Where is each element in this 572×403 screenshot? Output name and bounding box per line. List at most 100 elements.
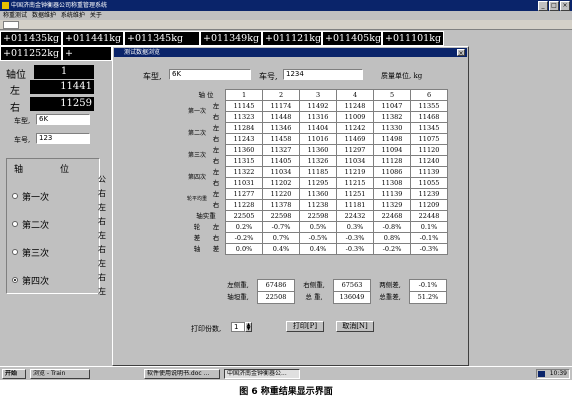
- table-cell: -0.3%: [410, 243, 449, 255]
- table-cell: 11055: [410, 177, 449, 189]
- table-cell: 22432: [336, 210, 375, 222]
- table-cell: 11242: [336, 122, 375, 134]
- round-group-box: [6, 158, 100, 294]
- table-cell: 11360: [299, 188, 338, 200]
- radio-round-2[interactable]: [12, 221, 18, 227]
- tray-icon: [538, 371, 545, 377]
- clock: 10:39: [549, 370, 567, 377]
- table-cell: -0.7%: [262, 221, 301, 233]
- table-cell: -0.5%: [299, 232, 338, 244]
- axis-header-label: 轴 位: [198, 91, 214, 99]
- dialog-close-button[interactable]: ×: [457, 49, 465, 57]
- summary-value: 67486: [257, 279, 295, 292]
- print-copies-input[interactable]: 1: [231, 322, 245, 332]
- start-button[interactable]: 开始: [2, 369, 26, 379]
- weight-display-row-1: +011435kg +011441kg +011345kg +011349kg …: [0, 31, 444, 46]
- radio-round-1[interactable]: [12, 193, 18, 199]
- side-char: 左: [98, 259, 106, 268]
- taskbar-item-browse[interactable]: 浏览 - Train: [30, 369, 90, 379]
- close-window-button[interactable]: ×: [560, 1, 570, 11]
- table-cell: 11139: [373, 188, 412, 200]
- taskbar-item-doc[interactable]: 软件使用说明书.doc ...: [144, 369, 220, 379]
- app-title-bar: 中国济南金钟衡器公司称重管理系统 _ □ ×: [0, 0, 572, 11]
- summary-value: -0.1%: [409, 279, 447, 292]
- table-row: 右 11228 11378 11238 11181 11329 11209: [187, 199, 449, 211]
- axis-position-value: 1: [34, 65, 94, 79]
- cancel-button[interactable]: 取消[N]: [336, 321, 374, 332]
- table-cell: 11492: [299, 100, 338, 112]
- table-cell: 11498: [373, 133, 412, 145]
- side-label: 左: [212, 168, 220, 176]
- table-cell: 11448: [262, 111, 301, 123]
- table-cell: 0.3%: [336, 221, 375, 233]
- table-row: 轴实重 22505 22598 22598 22432 22468 22448: [187, 210, 449, 222]
- axis-number-header: 4: [336, 89, 375, 101]
- weight-cell: +011441kg: [62, 31, 124, 46]
- table-row: 轴坦重, 22508 总 重, 136049 总重差, 51.2%: [187, 291, 447, 304]
- menu-item-test[interactable]: 称重测试: [3, 12, 27, 19]
- minimize-button[interactable]: _: [538, 1, 548, 11]
- taskbar-item-app[interactable]: 中国济南金钟衡器公...: [224, 369, 300, 379]
- dialog-car-number-field[interactable]: 1234: [283, 69, 363, 80]
- radio-round-4-selected[interactable]: [12, 277, 18, 283]
- table-cell: 11185: [299, 166, 338, 178]
- table-cell: 11120: [410, 144, 449, 156]
- car-number-field[interactable]: 123: [36, 133, 90, 144]
- axis-number-header: 3: [299, 89, 338, 101]
- table-cell: 11047: [373, 100, 412, 112]
- radio-round-3-label: 第三次: [22, 249, 50, 259]
- axle-diff-label: 差: [212, 245, 220, 253]
- table-cell: 11295: [299, 177, 338, 189]
- radio-round-3[interactable]: [12, 249, 18, 255]
- table-row: 右 11323 11448 11316 11009 11382 11468: [187, 111, 449, 123]
- taskbar: 开始 浏览 - Train 软件使用说明书.doc ... 中国济南金钟衡器公.…: [0, 366, 572, 380]
- table-cell: 22468: [373, 210, 412, 222]
- summary-label: 总重差,: [379, 293, 401, 301]
- menu-item-system[interactable]: 系统维护: [61, 12, 85, 19]
- table-cell: 11297: [336, 144, 375, 156]
- menu-item-about[interactable]: 关于: [90, 12, 102, 19]
- table-cell: 11355: [410, 100, 449, 112]
- table-row: 第一次 左 11145 11174 11492 11248 11047 1135…: [187, 100, 449, 115]
- table-cell: 11016: [299, 133, 338, 145]
- maximize-button[interactable]: □: [549, 1, 559, 11]
- table-cell: 11031: [225, 177, 264, 189]
- side-char: 右: [98, 245, 106, 254]
- table-cell: 11326: [299, 155, 338, 167]
- side-label: 左: [212, 102, 220, 110]
- menu-bar: 称重测试 数据维护 系统维护 关于: [0, 11, 572, 20]
- side-label: 左: [212, 190, 220, 198]
- side-label: 左: [212, 124, 220, 132]
- axis-number-header: 6: [410, 89, 449, 101]
- toolbar-mini-field[interactable]: [3, 21, 19, 29]
- weight-display-row-2: +011252kg +: [0, 46, 112, 61]
- table-cell: 11360: [225, 144, 264, 156]
- copies-spinner-button[interactable]: ▲ ▼: [245, 322, 252, 332]
- left-side-label: 左: [10, 86, 20, 97]
- table-cell: 11405: [262, 155, 301, 167]
- toolbar-strip: [0, 20, 572, 30]
- table-cell: 22448: [410, 210, 449, 222]
- table-row: 右 11243 11458 11016 11469 11498 11075: [187, 133, 449, 145]
- model-label: 车型,: [14, 117, 31, 125]
- summary-label: 总 重,: [305, 293, 323, 301]
- dialog-model-field[interactable]: 6K: [169, 69, 251, 80]
- group-label: 第二次: [188, 130, 207, 137]
- right-weight-value: 11259: [30, 97, 94, 111]
- table-cell: 11277: [225, 188, 264, 200]
- left-weight-value: 11441: [30, 80, 94, 94]
- table-cell: 11145: [225, 100, 264, 112]
- print-button[interactable]: 打印[P]: [286, 321, 324, 332]
- dialog-title-bar: 测试数据浏览 ×: [114, 48, 467, 57]
- menu-item-data[interactable]: 数据维护: [32, 12, 56, 19]
- table-cell: 0.4%: [299, 243, 338, 255]
- side-char: 右: [98, 217, 106, 226]
- summary-label: 右侧重,: [303, 281, 325, 289]
- app-title: 中国济南金钟衡器公司称重管理系统: [11, 2, 108, 9]
- group-label: 第三次: [188, 152, 207, 159]
- side-label: 右: [212, 201, 220, 209]
- table-cell: 11251: [336, 188, 375, 200]
- table-cell: 11219: [336, 166, 375, 178]
- model-field[interactable]: 6K: [36, 114, 90, 125]
- side-char: 右: [98, 189, 106, 198]
